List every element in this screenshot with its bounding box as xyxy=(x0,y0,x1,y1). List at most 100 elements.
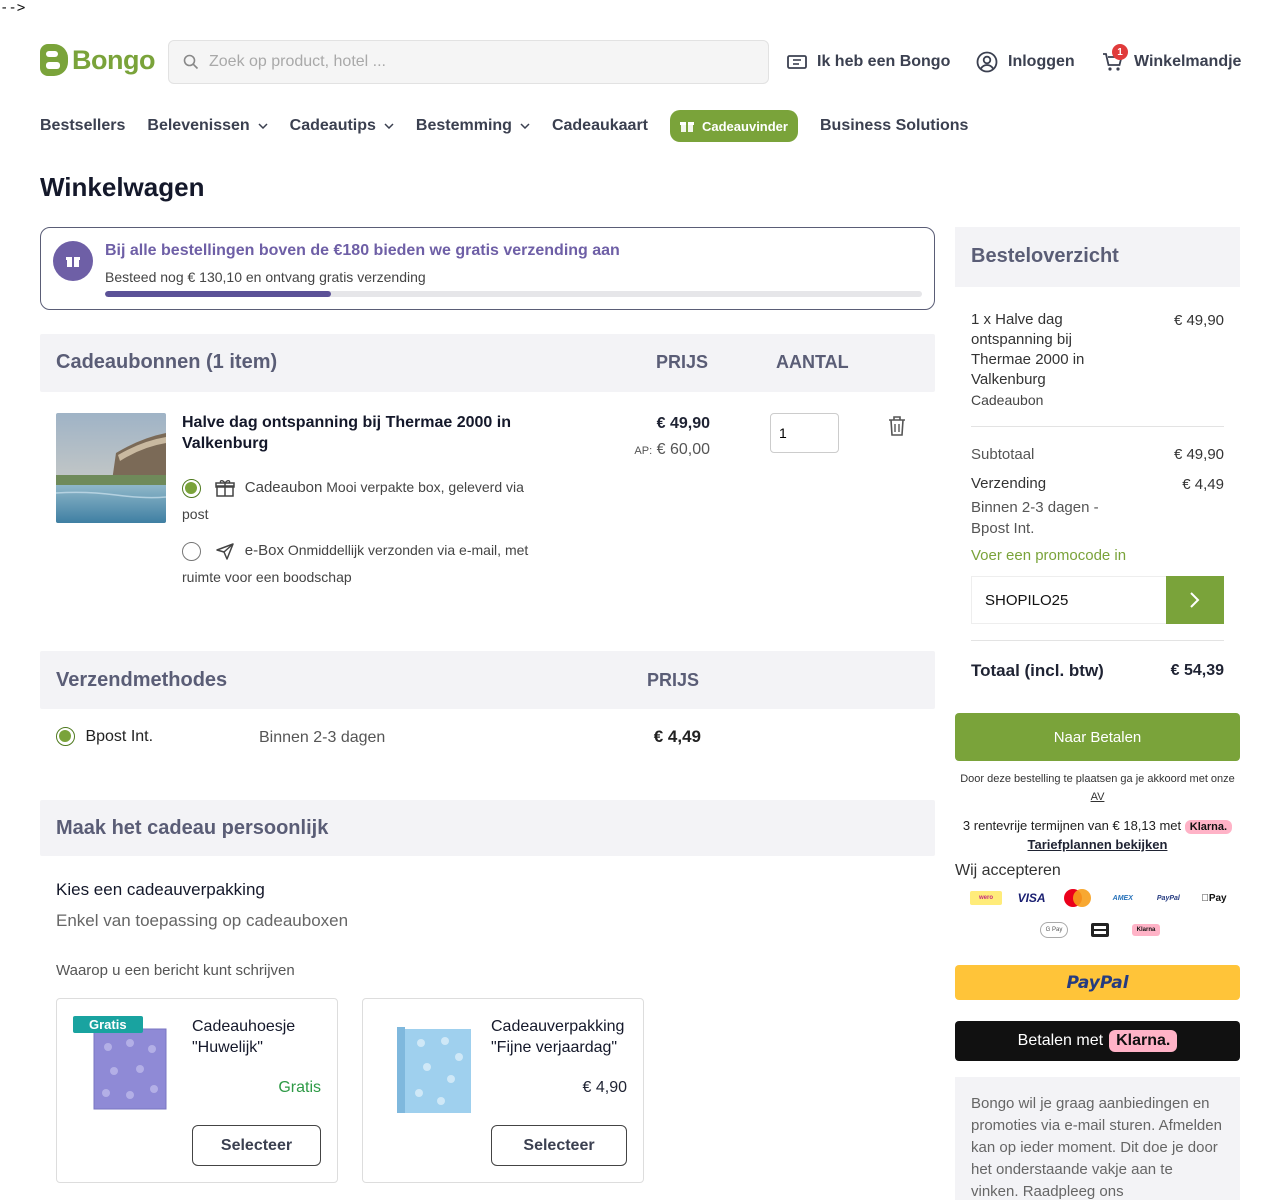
shipping-radio[interactable] xyxy=(56,727,75,746)
shipping-value: € 4,49 xyxy=(1182,476,1224,493)
cadeauvinder-label: Cadeauvinder xyxy=(702,118,788,134)
chevron-down-icon xyxy=(258,123,268,129)
nav-item-bestsellers[interactable]: Bestsellers xyxy=(40,117,125,135)
free-shipping-title: Bij alle bestellingen boven de €180 bied… xyxy=(105,242,620,259)
google-pay-icon: G Pay xyxy=(1040,922,1068,938)
user-icon xyxy=(976,51,998,73)
nav-label: Belevenissen xyxy=(147,117,250,134)
trash-icon xyxy=(889,416,905,436)
divider xyxy=(971,426,1224,427)
option-label: Cadeaubon xyxy=(244,479,323,496)
free-shipping-progress xyxy=(105,291,922,297)
logo-text: Bongo xyxy=(72,44,155,75)
product-image[interactable] xyxy=(56,413,166,523)
nav-item-cadeaukaart[interactable]: Cadeaukaart xyxy=(552,117,648,135)
search-input[interactable] xyxy=(209,53,729,71)
have-bongo-link[interactable]: Ik heb een Bongo xyxy=(787,50,950,74)
shipping-description: Binnen 2-3 dagen - Bpost Int. xyxy=(971,499,1099,537)
klarna-logo: Klarna. xyxy=(1109,1030,1178,1052)
installments-info: 3 rentevrije termijnen van € 18,13 met K… xyxy=(955,818,1240,834)
checkout-button[interactable]: Naar Betalen xyxy=(955,713,1240,761)
radio-selected[interactable] xyxy=(182,478,201,498)
terms-link[interactable]: AV xyxy=(1091,791,1105,803)
newsletter-consent-box: Bongo wil je graag aanbiedingen en promo… xyxy=(955,1077,1240,1200)
logo-mark-icon xyxy=(40,44,68,76)
option-cadeaubon[interactable]: Cadeaubon Mooi verpakte box, geleverd vi… xyxy=(182,474,552,528)
free-shipping-banner: Bij alle bestellingen boven de €180 bied… xyxy=(40,227,935,310)
packaging-card-verjaardag[interactable]: Cadeauverpakking "Fijne verjaardag" € 4,… xyxy=(362,998,644,1183)
nav-label: Bestsellers xyxy=(40,117,126,134)
free-tag: Gratis xyxy=(73,1016,143,1033)
nav-item-bestemming[interactable]: Bestemming xyxy=(416,117,530,135)
cadeauvinder-button[interactable]: Cadeauvinder xyxy=(670,110,798,142)
packaging-huwelijk-image xyxy=(93,1028,167,1110)
personalise-section-title: Maak het cadeau persoonlijk xyxy=(56,817,329,839)
option-label: e-Box xyxy=(244,542,284,559)
gift-icon xyxy=(215,480,235,498)
newsletter-text: Bongo wil je graag aanbiedingen en promo… xyxy=(971,1095,1222,1200)
login-link[interactable]: Inloggen xyxy=(976,50,1075,74)
paypal-icon: PayPal xyxy=(1156,894,1180,902)
nav-item-belevenissen[interactable]: Belevenissen xyxy=(147,117,268,135)
bongo-logo[interactable]: Bongo xyxy=(40,44,155,76)
packaging-price: Gratis xyxy=(278,1079,321,1096)
remove-item-button[interactable] xyxy=(886,414,908,443)
payment-logos-row-2: G Pay Klarna xyxy=(1040,922,1160,938)
summary-item-price: € 49,90 xyxy=(1173,312,1224,329)
packaging-name: Cadeauverpakking "Fijne verjaardag" xyxy=(491,1018,625,1056)
payment-plans-link[interactable]: Tariefplannen bekijken xyxy=(955,837,1240,852)
shipping-section-header: Verzendmethodes PRIJS xyxy=(40,651,935,709)
select-packaging-button[interactable]: Selecteer xyxy=(192,1125,321,1166)
price-column-header: PRIJS xyxy=(656,352,709,372)
packaging-title: Kies een cadeauverpakking xyxy=(56,880,265,899)
payment-logos-row-1: wero VISA AMEX PayPal Pay xyxy=(970,888,1230,908)
installments-text: 3 rentevrije termijnen van € 18,13 met xyxy=(962,818,1182,833)
divider xyxy=(971,640,1224,641)
shipping-section-title: Verzendmethodes xyxy=(56,669,228,691)
promo-apply-button[interactable] xyxy=(1166,576,1224,624)
search-bar[interactable] xyxy=(168,40,769,84)
promo-code-link[interactable]: Voer een promocode in xyxy=(971,547,1126,564)
chevron-down-icon xyxy=(384,123,394,129)
packaging-name: Cadeauhoesje "Huwelijk" xyxy=(192,1018,296,1056)
mastercard-icon xyxy=(1061,888,1093,908)
cart-link[interactable]: 1 Winkelmandje xyxy=(1102,44,1241,74)
subtotal-label: Subtotaal xyxy=(971,446,1035,463)
ap-value: € 60,00 xyxy=(656,441,710,458)
gift-icon xyxy=(680,122,694,132)
select-packaging-button[interactable]: Selecteer xyxy=(491,1125,627,1166)
packaging-verjaardag-image xyxy=(397,1027,471,1113)
bancontact-icon xyxy=(1091,923,1109,937)
packaging-note-2: Waarop u een bericht kunt schrijven xyxy=(56,962,295,979)
page-artifact: --> xyxy=(0,0,26,16)
option-ebox[interactable]: e-Box Onmiddellijk verzonden via e-mail,… xyxy=(182,537,552,591)
wero-icon: wero xyxy=(970,891,1002,905)
klarna-badge: Klarna. xyxy=(1184,820,1233,834)
nav-item-business[interactable]: Business Solutions xyxy=(820,117,968,135)
order-summary-header: Besteloverzicht xyxy=(955,227,1240,287)
klarna-icon: Klarna xyxy=(1132,924,1160,936)
product-name[interactable]: Halve dag ontspanning bij Thermae 2000 i… xyxy=(182,412,542,454)
chevron-down-icon xyxy=(520,123,530,129)
quantity-input[interactable] xyxy=(770,413,839,453)
chevron-right-icon xyxy=(1190,592,1200,608)
subtotal-value: € 49,90 xyxy=(1173,446,1224,463)
have-bongo-label: Ik heb een Bongo xyxy=(817,53,951,70)
paypal-button[interactable]: PayPal xyxy=(955,965,1240,1000)
promo-code-input[interactable] xyxy=(971,576,1167,624)
shipping-method-name: Bpost Int. xyxy=(85,727,154,745)
klarna-pay-text: Betalen met xyxy=(1017,1032,1104,1049)
shipping-price: € 4,49 xyxy=(653,727,701,746)
login-label: Inloggen xyxy=(1008,53,1075,70)
klarna-pay-button[interactable]: Betalen met Klarna. xyxy=(955,1021,1240,1061)
cart-count-badge: 1 xyxy=(1112,44,1128,60)
shipping-method-option[interactable]: Bpost Int. xyxy=(56,727,153,746)
quantity-column-header: AANTAL xyxy=(776,352,849,372)
packaging-card-huwelijk[interactable]: Gratis Cadeauhoesje "Huwelijk" Gratis Se… xyxy=(56,998,338,1183)
packaging-note: Enkel van toepassing op cadeauboxen xyxy=(56,911,349,930)
radio-unselected[interactable] xyxy=(182,541,201,561)
shipping-label: Verzending xyxy=(971,475,1047,492)
nav-item-cadeautips[interactable]: Cadeautips xyxy=(290,117,394,135)
terms-text: Door deze bestelling te plaatsen ga je a… xyxy=(955,770,1240,806)
product-price: € 49,90 xyxy=(656,415,710,432)
